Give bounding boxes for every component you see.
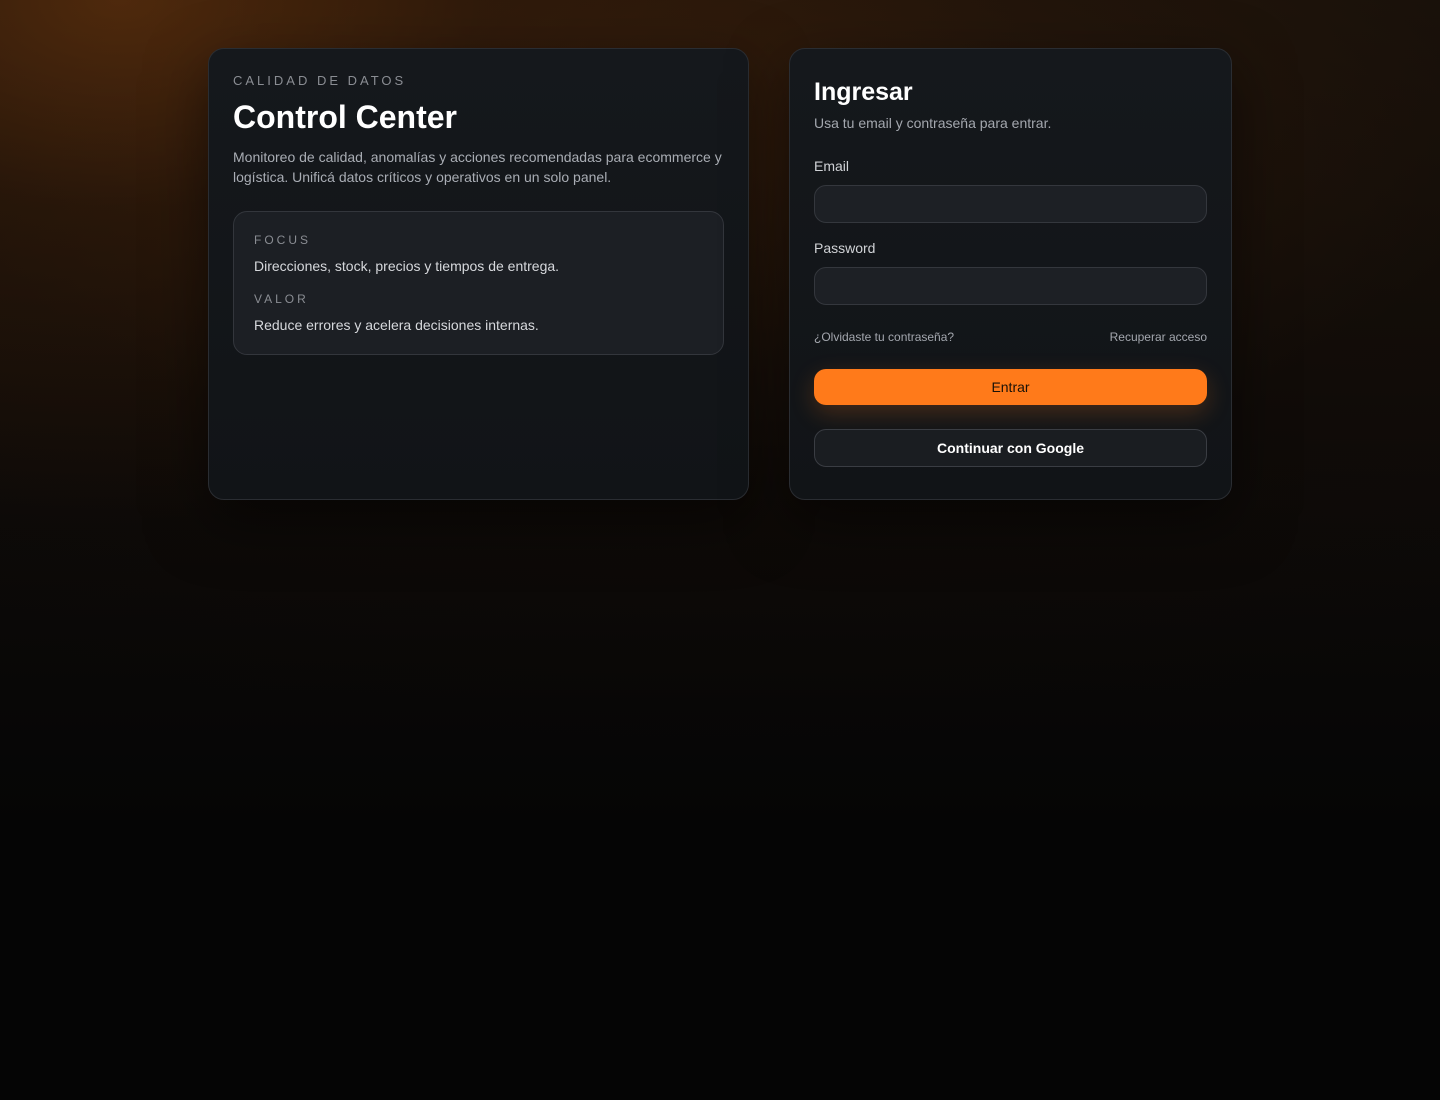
email-field[interactable] [814,185,1207,223]
password-field[interactable] [814,267,1207,305]
auth-links-row: ¿Olvidaste tu contraseña? Recuperar acce… [814,329,1207,345]
login-title: Ingresar [814,78,913,106]
password-label: Password [814,240,876,256]
highlights-box: FOCUS Direcciones, stock, precios y tiem… [233,211,724,355]
intro-description: Monitoreo de calidad, anomalías y accion… [233,149,722,185]
login-card: Ingresar Usa tu email y contraseña para … [789,48,1232,500]
page-title: Control Center [233,99,457,135]
email-label: Email [814,158,850,174]
google-signin-button[interactable]: Continuar con Google [814,429,1207,467]
highlight-label-valor: VALOR [254,292,309,306]
login-subtitle: Usa tu email y contraseña para entrar. [814,115,1052,131]
highlight-text-valor: Reduce errores y acelera decisiones inte… [254,317,539,333]
recover-access-link[interactable]: Recuperar acceso [1110,329,1207,345]
forgot-password-link[interactable]: ¿Olvidaste tu contraseña? [814,329,954,345]
highlight-label-focus: FOCUS [254,233,311,247]
intro-eyebrow: CALIDAD DE DATOS [233,73,407,88]
intro-card: CALIDAD DE DATOS Control Center Monitore… [208,48,749,500]
submit-button[interactable]: Entrar [814,369,1207,405]
highlight-text-focus: Direcciones, stock, precios y tiempos de… [254,258,560,274]
